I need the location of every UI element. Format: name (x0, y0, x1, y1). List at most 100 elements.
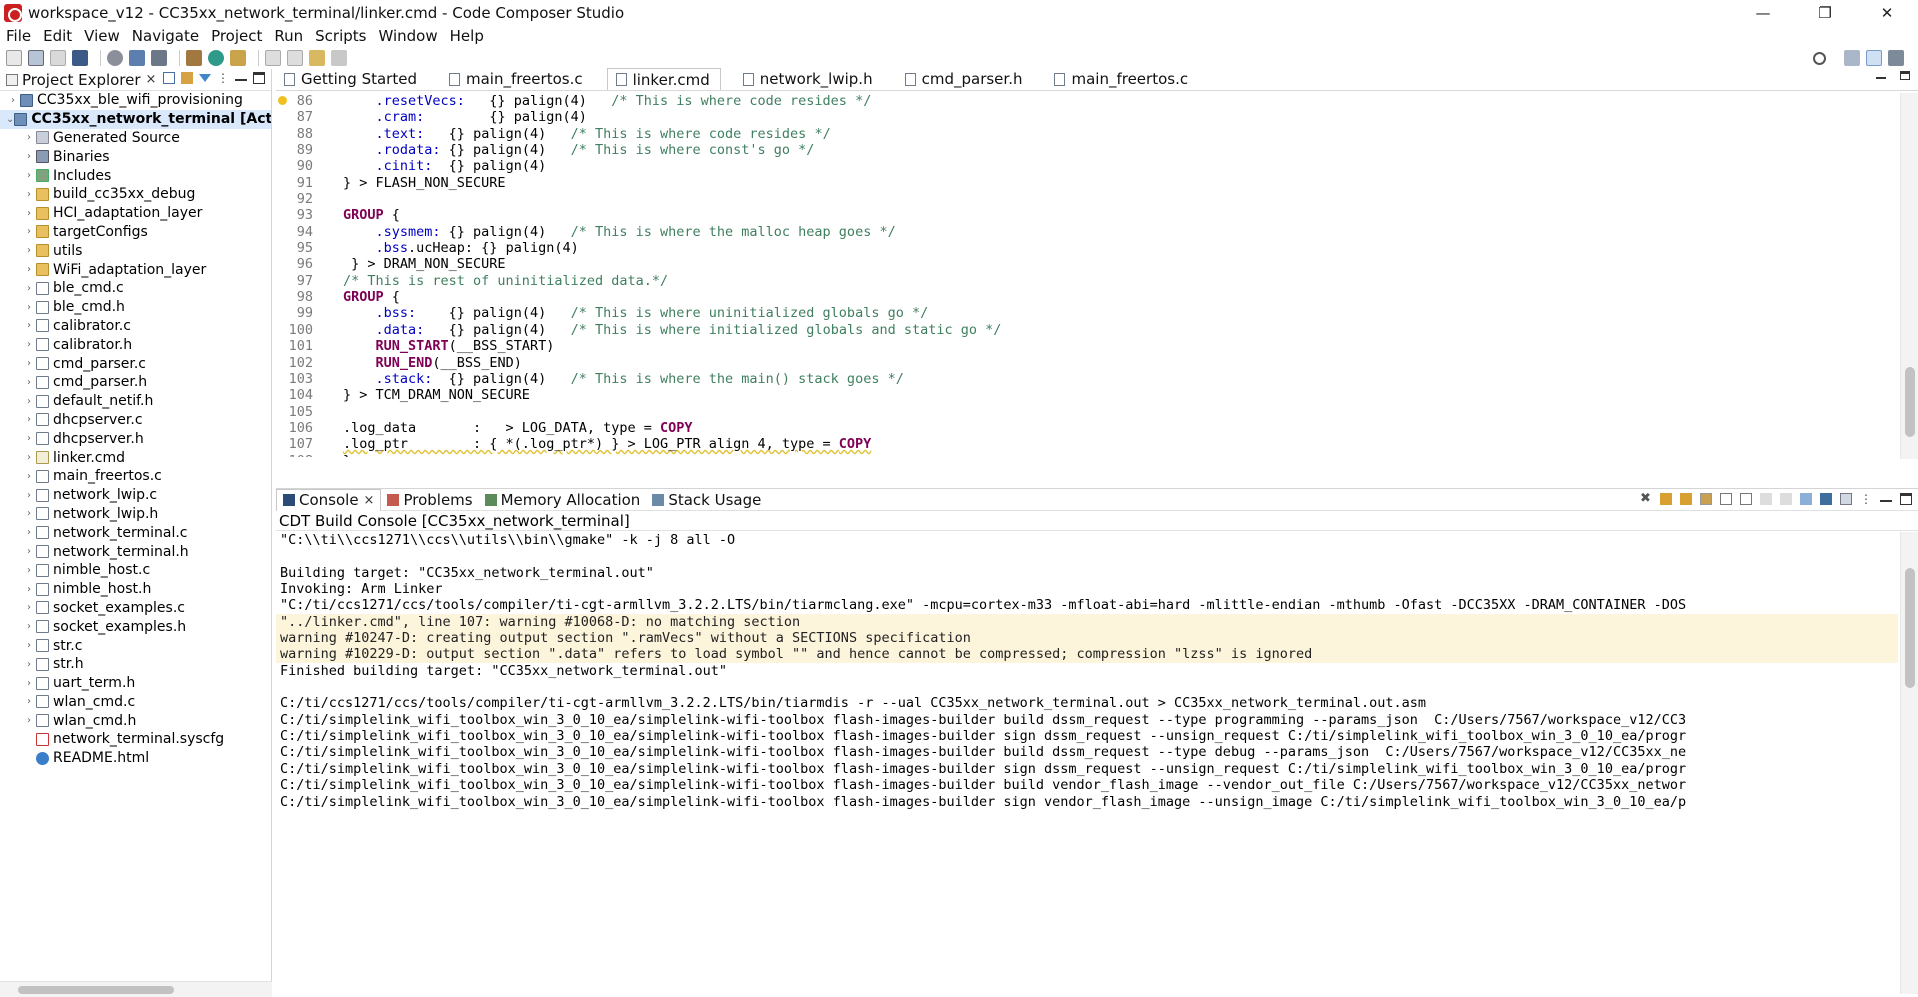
tree-item[interactable]: › calibrator.c (0, 317, 271, 336)
perspective-debug-icon[interactable] (1888, 50, 1904, 66)
chevron-right-icon[interactable]: › (22, 264, 36, 275)
annotation-next-icon[interactable] (287, 50, 303, 66)
tree-item[interactable]: › cmd_parser.c (0, 354, 271, 373)
scroll-down-icon[interactable] (1660, 493, 1672, 505)
chevron-right-icon[interactable]: › (22, 640, 36, 651)
maximize-view-icon[interactable] (253, 72, 265, 84)
remove-launch-icon[interactable] (1780, 493, 1792, 505)
chevron-right-icon[interactable]: › (22, 226, 36, 237)
minimize-view-icon[interactable] (1880, 496, 1892, 502)
tab-project-explorer[interactable]: Project Explorer × (0, 69, 162, 91)
close-window-button[interactable]: ✕ (1856, 0, 1918, 26)
chevron-right-icon[interactable]: › (22, 621, 36, 632)
chevron-right-icon[interactable]: › (22, 584, 36, 595)
tab-console[interactable]: Console × (276, 488, 382, 511)
tree-item[interactable]: › ble_cmd.h (0, 298, 271, 317)
menu-view[interactable]: View (84, 27, 120, 45)
save-icon[interactable] (28, 50, 44, 66)
tree-item[interactable]: › Generated Source (0, 129, 271, 148)
tree-item[interactable]: › targetConfigs (0, 223, 271, 242)
maximize-editor-icon[interactable] (1900, 71, 1910, 80)
open-perspective-icon[interactable] (1844, 50, 1860, 66)
menu-project[interactable]: Project (211, 27, 262, 45)
editor-tab[interactable]: cmd_parser.h (897, 68, 1033, 90)
new-icon[interactable] (6, 50, 22, 66)
tree-item[interactable]: › wlan_cmd.c (0, 693, 271, 712)
collapse-all-icon[interactable] (163, 72, 175, 84)
minimize-editor-icon[interactable] (1876, 71, 1886, 79)
editor-tab[interactable]: main_freertos.c (1046, 68, 1198, 90)
chevron-right-icon[interactable]: › (22, 546, 36, 557)
tree-item[interactable]: › ble_cmd.c (0, 279, 271, 298)
back-icon[interactable] (309, 50, 325, 66)
tree-item[interactable]: › default_netif.h (0, 392, 271, 411)
annotation-prev-icon[interactable] (265, 50, 281, 66)
scrollbar-thumb[interactable] (1905, 568, 1915, 688)
display-selected-console-icon[interactable] (1800, 493, 1812, 505)
warning-marker-icon[interactable] (278, 96, 287, 105)
pen-icon[interactable] (230, 50, 246, 66)
view-menu-icon[interactable]: ⋮ (1860, 493, 1872, 505)
menu-window[interactable]: Window (378, 27, 437, 45)
word-wrap-icon[interactable] (1720, 493, 1732, 505)
tree-item[interactable]: › uart_term.h (0, 674, 271, 693)
chevron-right-icon[interactable]: › (22, 377, 36, 388)
tree-item[interactable]: › cmd_parser.h (0, 373, 271, 392)
tree-item[interactable]: › HCI_adaptation_layer (0, 204, 271, 223)
chevron-right-icon[interactable]: › (22, 659, 36, 670)
open-console-icon[interactable] (1820, 493, 1832, 505)
chevron-right-icon[interactable]: › (22, 715, 36, 726)
chevron-right-icon[interactable]: › (22, 527, 36, 538)
minimize-view-icon[interactable] (235, 75, 247, 81)
chevron-right-icon[interactable]: › (22, 678, 36, 689)
tree-item[interactable]: README.html (0, 749, 271, 768)
tree-item[interactable]: › Includes (0, 166, 271, 185)
chevron-right-icon[interactable]: › (22, 471, 36, 482)
link-editor-icon[interactable] (181, 72, 193, 84)
new-console-view-icon[interactable] (1840, 493, 1852, 505)
tree-item[interactable]: › calibrator.h (0, 335, 271, 354)
tree-item[interactable]: ⌄ CC35xx_network_terminal [Active - bu (0, 109, 271, 129)
tree-item[interactable]: › network_terminal.h (0, 542, 271, 561)
tree-item[interactable]: › socket_examples.h (0, 617, 271, 636)
tab-problems[interactable]: Problems (381, 489, 478, 511)
console-vertical-scrollbar[interactable] (1900, 532, 1918, 994)
tree-item[interactable]: › str.c (0, 636, 271, 655)
chevron-right-icon[interactable]: › (22, 452, 36, 463)
scroll-up-icon[interactable] (1680, 493, 1692, 505)
maximize-view-icon[interactable] (1900, 493, 1912, 505)
menu-run[interactable]: Run (274, 27, 303, 45)
editor-vertical-scrollbar[interactable] (1900, 93, 1918, 459)
chevron-right-icon[interactable]: › (22, 696, 36, 707)
chevron-right-icon[interactable]: › (22, 151, 36, 162)
tab-memory-allocation[interactable]: Memory Allocation (479, 489, 647, 511)
tree-item[interactable]: › str.h (0, 655, 271, 674)
debug-icon[interactable] (129, 50, 145, 66)
tree-item[interactable]: network_terminal.syscfg (0, 730, 271, 749)
chevron-right-icon[interactable]: › (22, 208, 36, 219)
minimize-button[interactable]: — (1732, 0, 1794, 26)
tree-item[interactable]: › socket_examples.c (0, 599, 271, 618)
tree-item[interactable]: › wlan_cmd.h (0, 711, 271, 730)
chevron-right-icon[interactable]: › (22, 283, 36, 294)
editor-tab[interactable]: main_freertos.c (441, 68, 593, 90)
chevron-right-icon[interactable]: › (22, 189, 36, 200)
view-menu-icon[interactable]: ⋮ (217, 72, 229, 84)
editor-tab[interactable]: network_lwip.h (735, 68, 883, 90)
chevron-right-icon[interactable]: › (22, 132, 36, 143)
save-all-icon[interactable] (50, 50, 66, 66)
clear-console-icon[interactable]: ✖ (1640, 492, 1652, 505)
hammer-icon[interactable] (186, 50, 202, 66)
menu-file[interactable]: File (6, 27, 31, 45)
menu-scripts[interactable]: Scripts (315, 27, 366, 45)
tree-item[interactable]: › CC35xx_ble_wifi_provisioning (0, 91, 271, 110)
tree-item[interactable]: › Binaries (0, 147, 271, 166)
tree-item[interactable]: › nimble_host.c (0, 561, 271, 580)
tree-item[interactable]: › network_terminal.c (0, 523, 271, 542)
chevron-right-icon[interactable]: › (22, 339, 36, 350)
menu-navigate[interactable]: Navigate (132, 27, 199, 45)
editor-tab[interactable]: linker.cmd (606, 68, 721, 90)
chevron-right-icon[interactable]: › (22, 602, 36, 613)
chevron-right-icon[interactable]: › (6, 95, 20, 106)
flash-icon[interactable] (151, 50, 167, 66)
